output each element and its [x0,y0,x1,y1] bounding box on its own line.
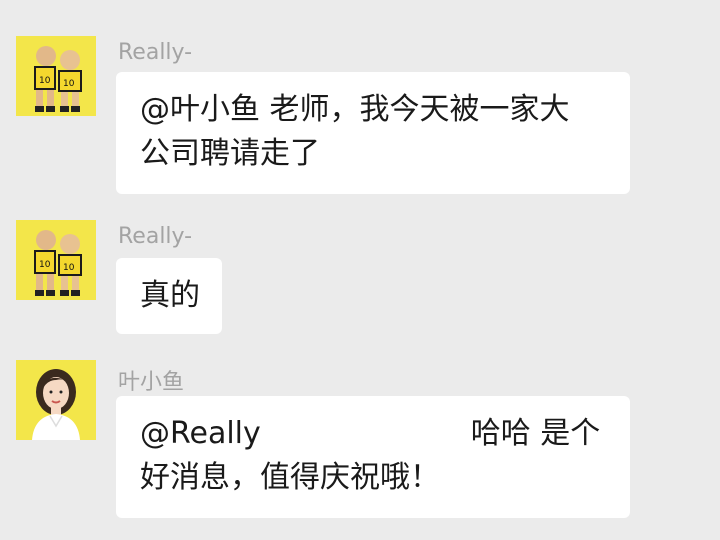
chat-screen: { "messages": [ { "sender": "Really-", "… [0,0,720,540]
mention-link[interactable]: @Really [140,416,261,451]
message-bubble[interactable]: @Really 哈哈 是个 好消息，值得庆祝哦！ [116,396,630,518]
message-bubble[interactable]: 真的 [116,258,222,334]
svg-text:10: 10 [63,79,75,89]
message-bubble[interactable]: @叶小鱼 老师，我今天被一家大 公司聘请走了 [116,72,630,194]
players-avatar-icon: 10 10 [34,46,82,112]
sender-avatar[interactable] [16,360,96,440]
svg-text:10: 10 [39,76,51,86]
message-line: @叶小鱼 老师，我今天被一家大 [140,92,570,127]
sender-name: Really- [118,224,193,249]
message-line: 真的 [140,278,200,313]
message-line: @Really 哈哈 是个 [140,412,606,456]
message-line: 好消息，值得庆祝哦！ [140,460,440,495]
sender-avatar[interactable]: 10 10 [16,36,96,116]
players-avatar-icon: 10 10 [34,230,82,296]
sender-avatar[interactable]: 10 10 [16,220,96,300]
woman-avatar-icon [32,369,80,440]
message-text: 哈哈 是个 [470,416,601,451]
sender-name: 叶小鱼 [118,370,185,395]
sender-name: Really- [118,40,193,65]
svg-text:10: 10 [63,263,75,273]
message-line: 公司聘请走了 [140,136,320,171]
svg-text:10: 10 [39,260,51,270]
